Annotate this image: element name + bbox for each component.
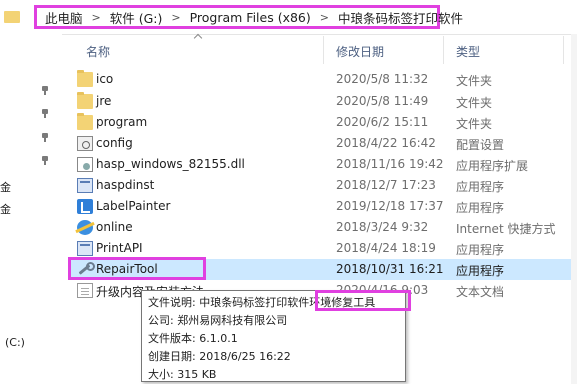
tooltip-size: 大小: 315 KB xyxy=(148,368,217,381)
breadcrumb[interactable]: 此电脑 > 软件 (G:) > Program Files (x86) > 中琅… xyxy=(34,5,463,29)
file-name: haspdinst xyxy=(96,178,155,192)
file-type: 应用程序 xyxy=(456,180,505,194)
file-name: program xyxy=(96,115,148,129)
column-name[interactable]: 名称 xyxy=(86,43,110,60)
config-file-icon xyxy=(77,136,93,151)
file-date: 2018/12/7 17:23 xyxy=(336,178,436,192)
nav-item-label[interactable]: 金 xyxy=(0,201,11,217)
column-divider[interactable] xyxy=(443,36,444,64)
tooltip-version: 文件版本: 6.1.0.1 xyxy=(148,332,238,345)
file-row[interactable]: hasp_windows_82155.dll 2018/11/16 19:42 … xyxy=(70,154,577,175)
file-row[interactable]: ico 2020/5/8 11:32 文件夹 xyxy=(70,69,577,90)
file-date: 2020/5/8 11:32 xyxy=(336,72,429,86)
file-type: 文本文档 xyxy=(456,285,505,299)
folder-icon xyxy=(77,113,93,130)
file-row[interactable]: LabelPainter 2019/12/18 17:37 应用程序 xyxy=(70,196,577,217)
breadcrumb-this-pc[interactable]: 此电脑 xyxy=(45,8,83,27)
column-date[interactable]: 修改日期 xyxy=(336,43,384,60)
folder-icon xyxy=(77,92,93,109)
file-name: ico xyxy=(96,72,114,86)
file-type: 文件夹 xyxy=(456,96,493,110)
file-date: 2019/12/18 17:37 xyxy=(336,199,444,213)
column-divider[interactable] xyxy=(563,36,564,64)
file-row[interactable]: haspdinst 2018/12/7 17:23 应用程序 xyxy=(70,175,577,196)
breadcrumb-program-files[interactable]: Program Files (x86) xyxy=(190,10,311,25)
file-date: 2018/4/24 18:19 xyxy=(336,241,436,255)
column-header: 名称 修改日期 类型 xyxy=(70,36,577,64)
vertical-scrollbar[interactable] xyxy=(571,34,577,384)
tooltip-highlight xyxy=(315,290,411,311)
internet-shortcut-icon xyxy=(77,220,93,235)
file-date: 2018/4/22 16:42 xyxy=(336,136,436,150)
file-date: 2018/10/31 16:21 xyxy=(336,262,444,276)
tooltip-company: 公司: 郑州易网科技有限公司 xyxy=(148,314,288,327)
sort-ascending-icon xyxy=(194,34,202,39)
file-row[interactable]: jre 2020/5/8 11:49 文件夹 xyxy=(70,91,577,112)
file-type: 应用程序 xyxy=(456,243,505,257)
address-bar: 此电脑 > 软件 (G:) > Program Files (x86) > 中琅… xyxy=(0,0,577,35)
file-name: PrintAPI xyxy=(96,241,143,255)
file-type: 应用程序扩展 xyxy=(456,159,529,173)
chevron-right-icon[interactable]: > xyxy=(171,11,180,24)
breadcrumb-current-folder[interactable]: 中琅条码标签打印软件 xyxy=(338,8,463,27)
nav-item-label[interactable]: 金 xyxy=(0,179,11,195)
file-date: 2020/6/2 15:11 xyxy=(336,115,429,129)
file-date: 2018/3/24 9:32 xyxy=(336,220,429,234)
exe-icon xyxy=(77,241,93,256)
folder-location-icon xyxy=(0,6,26,28)
file-type: 应用程序 xyxy=(456,201,505,215)
file-row[interactable]: program 2020/6/2 15:11 文件夹 xyxy=(70,112,577,133)
file-row[interactable]: PrintAPI 2018/4/24 18:19 应用程序 xyxy=(70,238,577,259)
file-row[interactable]: online 2018/3/24 9:32 Internet 快捷方式 xyxy=(70,217,577,238)
file-type: 配置设置 xyxy=(456,138,505,152)
chevron-right-icon[interactable]: > xyxy=(320,11,329,24)
file-type: 应用程序 xyxy=(456,264,505,278)
labelpainter-icon xyxy=(77,199,93,214)
file-name: jre xyxy=(96,94,112,108)
dll-icon xyxy=(77,157,93,172)
breadcrumb-drive-g[interactable]: 软件 (G:) xyxy=(110,8,163,27)
file-name: LabelPainter xyxy=(96,199,171,213)
text-doc-icon xyxy=(77,283,93,298)
column-type[interactable]: 类型 xyxy=(456,43,480,60)
exe-icon xyxy=(77,178,93,193)
file-name: online xyxy=(96,220,133,234)
file-name: hasp_windows_82155.dll xyxy=(96,157,245,171)
column-divider[interactable] xyxy=(323,36,324,64)
chevron-right-icon[interactable]: > xyxy=(92,11,101,24)
nav-item-drive-c[interactable]: (C:) xyxy=(5,336,25,349)
file-row[interactable]: config 2018/4/22 16:42 配置设置 xyxy=(70,133,577,154)
file-date: 2018/11/16 19:42 xyxy=(336,157,444,171)
navigation-pane: 金 金 (C:) xyxy=(0,34,62,384)
file-date: 2020/5/8 11:49 xyxy=(336,94,429,108)
pin-icon[interactable] xyxy=(41,109,49,118)
file-type: 文件夹 xyxy=(456,117,493,131)
file-name: config xyxy=(96,136,133,150)
folder-icon xyxy=(77,70,93,87)
file-type: Internet 快捷方式 xyxy=(456,222,556,236)
tooltip-created: 创建日期: 2018/6/25 16:22 xyxy=(148,350,291,363)
file-type: 文件夹 xyxy=(456,74,493,88)
repairtool-highlight xyxy=(68,257,206,280)
pin-icon[interactable] xyxy=(41,156,49,165)
pin-icon[interactable] xyxy=(41,86,49,95)
pin-icon[interactable] xyxy=(41,133,49,142)
